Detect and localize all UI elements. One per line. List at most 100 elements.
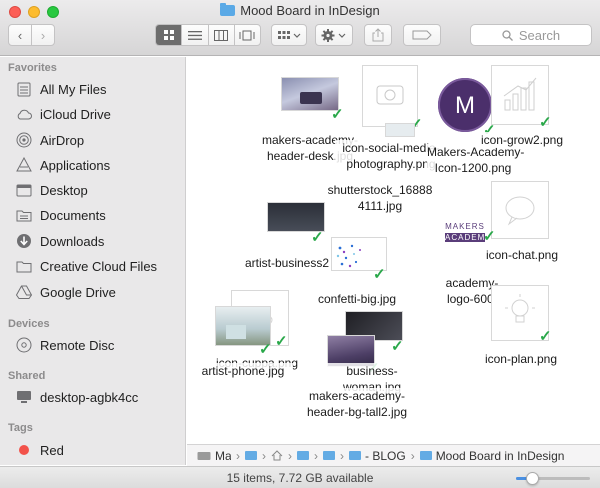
file-name-label: makers-academy- header-bg-tall2.jpg: [297, 388, 417, 420]
sync-check-icon: ✓: [331, 106, 344, 123]
cover-flow-icon: [239, 30, 255, 40]
camera-icon: [376, 85, 404, 105]
path-separator-icon: ›: [262, 448, 266, 463]
tag-icon: [412, 30, 432, 40]
sidebar-item-desktop-agbk4cc[interactable]: desktop-agbk4cc: [16, 387, 138, 407]
back-arrow-icon: ‹: [17, 27, 23, 43]
sidebar-item-remote-disc[interactable]: Remote Disc: [16, 335, 114, 355]
sidebar-item-airdrop[interactable]: AirDrop: [16, 130, 84, 150]
sidebar-item-label: desktop-agbk4cc: [40, 389, 139, 405]
sidebar-item-label: Applications: [40, 157, 111, 173]
column-view-icon: [214, 29, 229, 41]
file-name-label: confetti-big.jpg: [307, 291, 407, 307]
sync-check-icon: ✓: [391, 338, 404, 355]
file-thumbnail: MAKERS ACADEMY: [445, 219, 492, 247]
edit-tags-button[interactable]: [403, 24, 441, 46]
home-icon[interactable]: [271, 450, 283, 461]
sidebar-item-desktop[interactable]: Desktop: [16, 180, 88, 200]
svg-text:M: M: [455, 92, 475, 119]
path-item-mac[interactable]: Mac: [215, 449, 231, 463]
file-name-label: artist-phone.jpg: [193, 363, 293, 379]
downloads-icon: [16, 233, 32, 249]
sidebar-item-label: iCloud Drive: [40, 106, 111, 122]
path-separator-icon: ›: [410, 448, 415, 463]
sidebar-item-google-drive[interactable]: Google Drive: [16, 282, 116, 302]
sidebar-item-documents[interactable]: Documents: [16, 205, 106, 225]
list-view-button[interactable]: [182, 25, 209, 45]
path-folder-icon[interactable]: [323, 451, 335, 460]
path-bar: Mac › › › › › - BLOG › Mood Board in InD…: [187, 444, 600, 466]
sync-check-icon: ✓: [275, 333, 288, 350]
file-thumbnail: [491, 181, 549, 239]
share-button[interactable]: [364, 24, 392, 46]
icon-view-button[interactable]: [156, 25, 183, 45]
sidebar-section-shared: Shared: [8, 370, 46, 382]
cover-flow-view-button[interactable]: [235, 25, 260, 45]
search-field[interactable]: Search: [470, 24, 592, 46]
desktop-icon: [16, 182, 32, 198]
sidebar-section-devices: Devices: [8, 318, 50, 330]
path-item-blog[interactable]: - BLOG: [365, 449, 406, 463]
arrange-button[interactable]: [271, 24, 307, 46]
icon-size-slider[interactable]: [516, 472, 590, 485]
column-view-button[interactable]: [209, 25, 235, 45]
sidebar-item-label: AirDrop: [40, 132, 85, 148]
sidebar-item-icloud-drive[interactable]: iCloud Drive: [16, 104, 111, 124]
sidebar-item-label: Remote Disc: [40, 337, 115, 353]
path-folder-icon[interactable]: [245, 451, 257, 460]
computer-icon: [16, 389, 32, 405]
icon-view-icon: [163, 30, 174, 40]
file-thumbnail: [385, 123, 415, 137]
path-folder-icon: [419, 451, 432, 460]
folder-icon: [16, 258, 32, 274]
cloud-icon: [16, 106, 32, 122]
sidebar-item-all-my-files[interactable]: All My Files: [16, 79, 106, 99]
forward-button[interactable]: ›: [31, 24, 55, 46]
disc-icon: [16, 337, 32, 353]
sidebar-item-downloads[interactable]: Downloads: [16, 231, 104, 251]
path-separator-icon: ›: [288, 448, 292, 463]
sidebar: Favorites All My Files iCloud Drive AirD…: [0, 57, 186, 465]
sidebar-item-creative-cloud-files[interactable]: Creative Cloud Files: [16, 256, 157, 276]
file-name-label: icon-grow2.png: [477, 132, 567, 148]
academy-logo-text: ACADEMY: [445, 233, 492, 242]
file-name-label: Makers-Academy- Icon-1200.png: [427, 144, 525, 176]
hard-drive-icon: [197, 451, 211, 460]
status-bar: 15 items, 7.72 GB available: [0, 466, 600, 488]
sidebar-item-label: Desktop: [40, 182, 88, 198]
file-name-label: icon-chat.png: [477, 247, 567, 263]
search-icon: [502, 29, 513, 41]
sidebar-section-tags: Tags: [8, 422, 33, 434]
sidebar-item-applications[interactable]: Applications: [16, 155, 110, 175]
finder-window: Mood Board in InDesign ‹ › Search Favori…: [0, 0, 600, 488]
back-button[interactable]: ‹: [8, 24, 32, 46]
all-files-icon: [16, 81, 32, 97]
sync-check-icon: ✓: [539, 328, 552, 345]
file-makers-academy-icon-1200[interactable]: M ✓: [437, 77, 496, 138]
sidebar-item-label: All My Files: [40, 81, 107, 97]
chat-bubble-icon: [505, 196, 535, 226]
makers-logo-text: MAKERS: [445, 222, 485, 231]
file-thumbnail: [267, 202, 325, 232]
path-separator-icon: ›: [340, 448, 344, 463]
path-item-current-folder[interactable]: Mood Board in InDesign: [436, 449, 565, 463]
window-title-text: Mood Board in InDesign: [240, 3, 380, 18]
sidebar-item-label: Google Drive: [40, 284, 116, 300]
action-button[interactable]: [315, 24, 353, 46]
red-tag-dot-icon: [16, 442, 32, 458]
sidebar-item-label: Red: [40, 442, 64, 458]
file-name-label: icon-plan.png: [475, 351, 567, 367]
path-separator-icon: ›: [314, 448, 318, 463]
path-folder-icon[interactable]: [349, 451, 361, 460]
path-separator-icon: ›: [236, 448, 240, 463]
folder-icon: [220, 3, 236, 16]
file-name-label: artist-business2: [237, 255, 337, 271]
airdrop-icon: [16, 132, 32, 148]
sidebar-item-tag-red[interactable]: Red: [16, 440, 64, 460]
file-icon-view: ✓ ✓ M ✓ ✓ makers-academy- header-desk.jp…: [187, 57, 600, 444]
file-thumbnail: [215, 306, 271, 346]
window-title: Mood Board in InDesign: [0, 3, 600, 18]
path-folder-icon[interactable]: [297, 451, 309, 460]
sync-check-icon: ✓: [539, 114, 552, 131]
sidebar-item-label: Creative Cloud Files: [40, 258, 158, 274]
